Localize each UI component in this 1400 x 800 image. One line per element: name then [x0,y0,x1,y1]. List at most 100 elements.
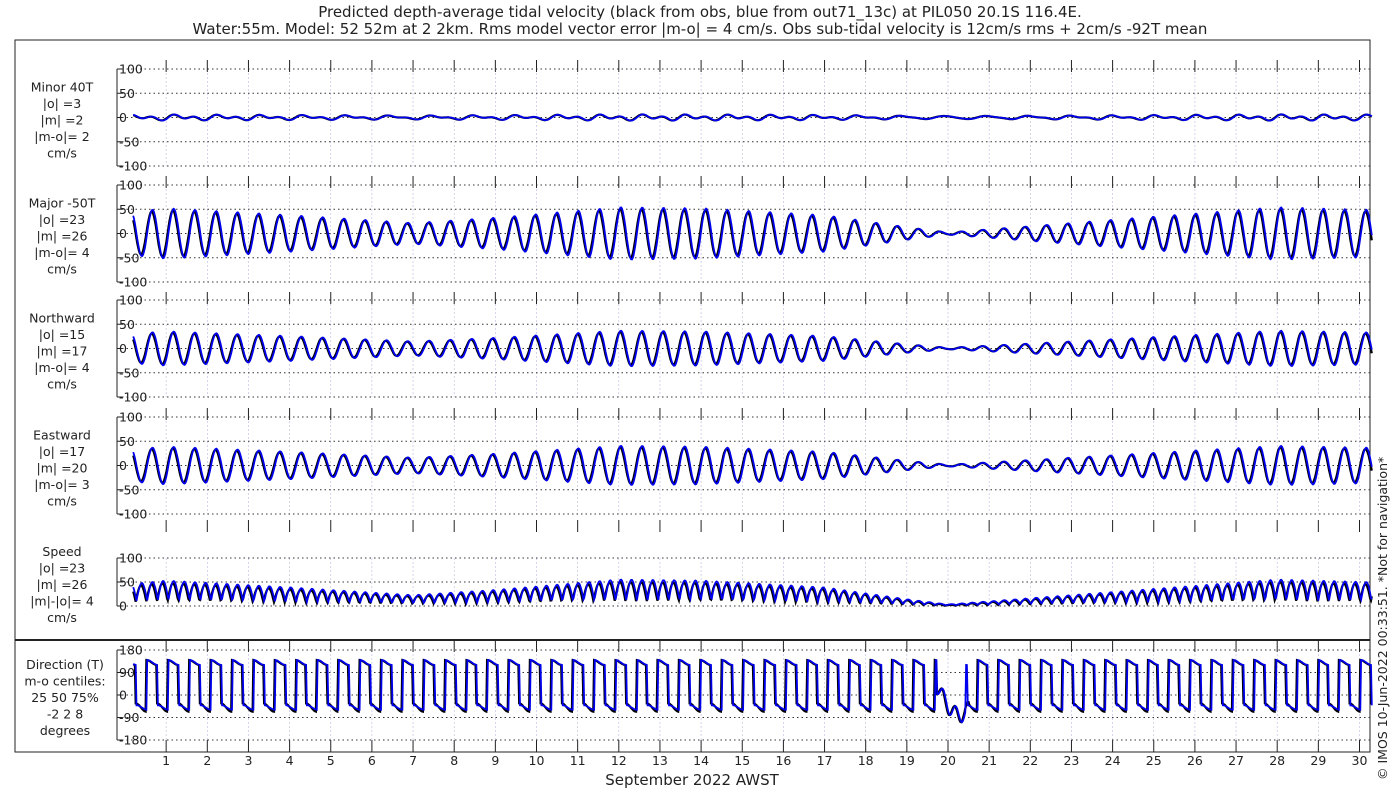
x-tick-label: 6 [368,753,376,768]
panel-label-line: 25 50 75% [31,690,99,705]
x-tick-label: 20 [940,753,956,768]
y-tick-label: 0 [119,341,127,356]
panel-label-line: |m-o|= 4 [34,245,89,260]
panel-label-line: Minor 40T [31,80,94,95]
y-tick-label: 50 [119,434,135,449]
panel-label-line: cm/s [47,377,77,392]
x-tick-label: 13 [652,753,668,768]
panel-speed: Speed |o| =23|m| =26 |m|-|o|= 4cm/s 100 50 0 [30,520,1373,625]
panel-label-line: |m| =26 [37,577,88,592]
panel-label-line: cm/s [47,610,77,625]
x-tick-label: 4 [286,753,294,768]
x-tick-label: 27 [1228,753,1244,768]
title-line-2: Water:55m. Model: 52 52m at 2 2km. Rms m… [193,20,1208,38]
panel-label-line: cm/s [47,262,77,277]
x-tick-label: 8 [450,753,458,768]
x-tick-label: 9 [491,753,499,768]
y-tick-label: -100 [119,390,147,405]
x-tick-label: 2 [203,753,211,768]
panel-label-line: Speed [42,544,81,559]
x-tick-label: 26 [1187,753,1203,768]
x-tick-label: 19 [899,753,915,768]
panel-northward: Northward|o| =15 |m| =17|m-o|= 4 cm/s 100 50… [29,292,1373,405]
y-tick-label: -50 [119,134,139,149]
panel-label-line: |o| =23 [39,212,85,227]
x-tick-label: 16 [775,753,791,768]
panel-label-line: |m| =17 [37,344,88,359]
panel-label-line: |m-o|= 3 [34,477,89,492]
y-tick-label: -50 [119,365,139,380]
x-tick-label: 24 [1105,753,1121,768]
panel-label-line: Northward [29,311,95,326]
x-tick-label: 22 [1022,753,1038,768]
y-tick-label: 0 [119,458,127,473]
panel-label-line: |m-o|= 2 [34,129,89,144]
y-tick-label: 180 [119,643,143,658]
x-tick-label: 12 [611,753,627,768]
tidal-velocity-figure: Predicted depth-average tidal velocity (… [14,3,1390,789]
panel-label-line: -2 2 8 [47,707,83,722]
x-tick-label: 23 [1063,753,1079,768]
y-tick-label: -100 [119,507,147,522]
x-tick-label: 28 [1269,753,1285,768]
panel-label-line: |m| =26 [37,229,88,244]
panel-label-line: Direction (T) [26,657,104,672]
panel-label-line: |m|-|o|= 4 [30,594,94,609]
x-axis-label: September 2022 AWST [605,771,779,789]
panel-label-line: degrees [40,723,90,738]
series-obs-direction [132,658,1373,724]
x-tick-label: 5 [327,753,335,768]
panel-label-line: Eastward [33,428,91,443]
y-tick-label: 100 [119,178,143,193]
panel-eastward: Eastward|o| =17 |m| =20|m-o|= 3 cm/s 100 50 0… [33,408,1373,522]
y-tick-label: -50 [119,250,139,265]
panel-label-line: |m| =20 [37,461,88,476]
x-tick-label: 1 [162,753,170,768]
panel-label-line: |o| =23 [39,561,85,576]
x-tick-label: 11 [570,753,586,768]
panel-label-line: Major -50T [29,196,96,211]
y-tick-label: 90 [119,665,135,680]
panel-label-line: cm/s [47,494,77,509]
y-tick-label: 50 [119,202,135,217]
x-tick-label: 14 [693,753,709,768]
panel-major: Major -50T|o| =23 |m| =26|m-o|= 4 cm/s 100 5… [29,176,1373,290]
panel-minor: Minor 40T|o| =3 |m| =2|m-o|= 2 cm/s 100 50 0 -… [31,60,1373,174]
y-tick-label: -100 [119,275,147,290]
panel-direction: Direction (T) m-o centiles:25 50 75% -2 2 … [24,640,1373,768]
y-tick-label: -100 [119,159,147,174]
x-tick-label: 10 [529,753,545,768]
panel-label-line: cm/s [47,146,77,161]
x-tick-label: 25 [1146,753,1162,768]
panel-label-line: |m-o|= 4 [34,360,89,375]
x-tick-label: 7 [409,753,417,768]
y-tick-label: 0 [119,688,127,703]
panel-label-line: |o| =3 [43,96,81,111]
y-tick-label: 50 [119,575,135,590]
x-tick-label: 21 [981,753,997,768]
x-tick-label: 3 [244,753,252,768]
y-tick-label: -180 [119,733,147,748]
panel-label-line: |o| =17 [39,444,85,459]
panel-label-line: |o| =15 [39,327,85,342]
y-tick-label: -50 [119,482,139,497]
y-tick-label: -90 [119,710,139,725]
y-tick-label: 100 [119,293,143,308]
direction-frame [14,639,1371,753]
y-tick-label: 0 [119,599,127,614]
y-tick-label: 0 [119,226,127,241]
y-tick-label: 50 [119,86,135,101]
y-tick-label: 0 [119,110,127,125]
x-tick-label: 18 [858,753,874,768]
y-tick-label: 100 [119,62,143,77]
x-tick-label: 17 [817,753,833,768]
x-tick-label: 15 [734,753,750,768]
panel-label-line: m-o centiles: [24,674,105,689]
y-tick-label: 100 [119,410,143,425]
panel-label-line: |m| =2 [41,113,84,128]
x-tick-label: 30 [1352,753,1368,768]
y-tick-label: 100 [119,551,143,566]
series-obs-major [132,208,1373,259]
y-tick-label: 50 [119,317,135,332]
x-tick-label: 29 [1310,753,1326,768]
